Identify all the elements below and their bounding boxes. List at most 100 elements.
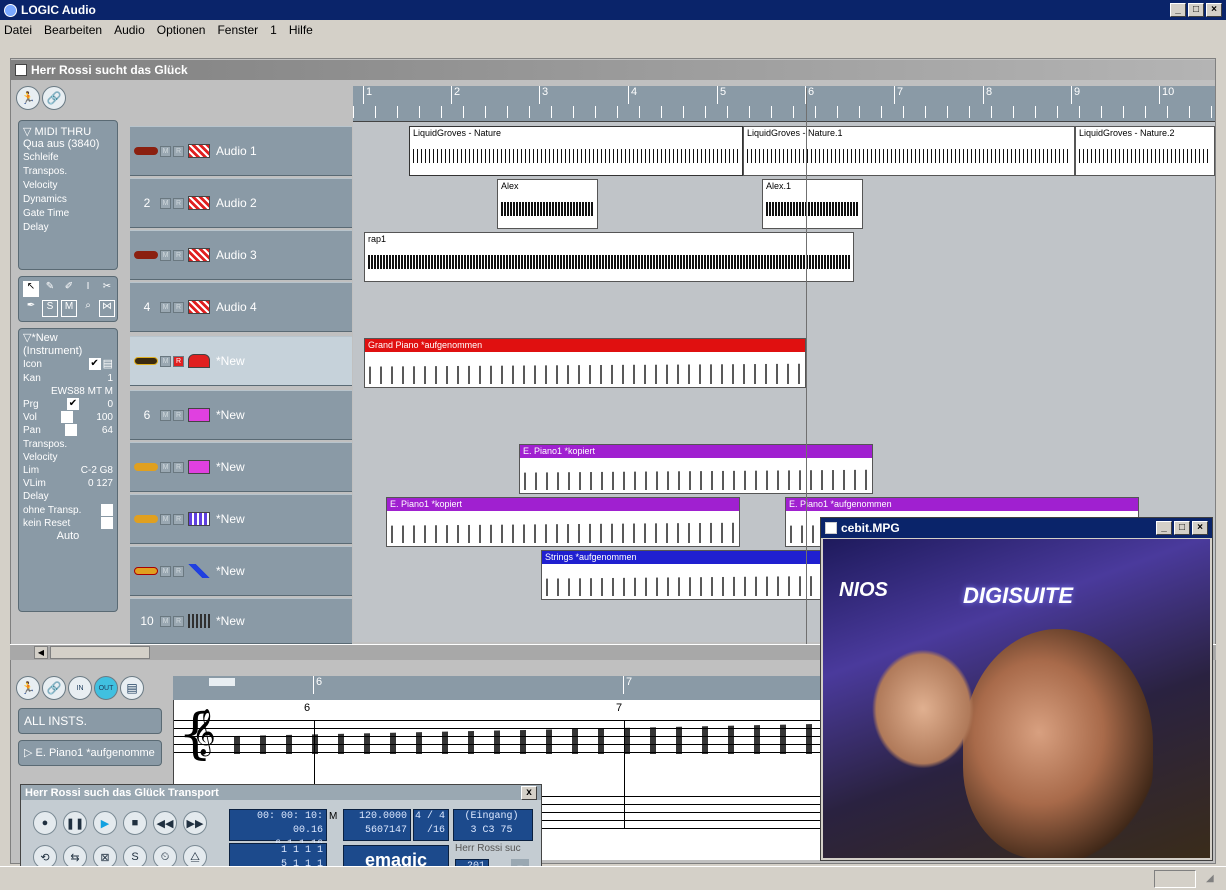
rec-enable-button[interactable]: R: [173, 461, 184, 473]
video-maximize-button[interactable]: □: [1174, 521, 1190, 535]
velocity-row[interactable]: Velocity: [23, 180, 113, 191]
stop-icon[interactable]: ■: [123, 811, 147, 835]
audio-region[interactable]: rap1: [364, 232, 854, 282]
rec-enable-button[interactable]: R: [173, 145, 184, 157]
mute-tool-icon[interactable]: M: [61, 299, 77, 317]
midi-in-display[interactable]: (Eingang) 3 C3 75: [453, 809, 533, 841]
transport-close-button[interactable]: x: [521, 785, 537, 800]
scroll-left-icon[interactable]: ◀: [34, 646, 48, 659]
score-ruler[interactable]: 6 7: [173, 676, 821, 700]
menu-fenster[interactable]: Fenster: [217, 23, 258, 37]
dynamics-row[interactable]: Dynamics: [23, 194, 113, 205]
text-tool-icon[interactable]: I: [80, 281, 96, 297]
record-button[interactable]: [134, 357, 158, 365]
menu-1[interactable]: 1: [270, 23, 277, 37]
track-name[interactable]: *New: [216, 564, 245, 578]
inst-velocity[interactable]: Velocity: [23, 451, 113, 464]
mute-button[interactable]: M: [160, 513, 171, 525]
record-button[interactable]: [134, 515, 158, 523]
video-close-button[interactable]: ×: [1192, 521, 1208, 535]
crossfade-tool-icon[interactable]: ⋈: [99, 299, 115, 317]
vlim-value[interactable]: 0 127: [88, 477, 113, 490]
rewind-icon[interactable]: ◀◀: [153, 811, 177, 835]
all-insts-box[interactable]: ALL INSTS.: [18, 708, 162, 734]
out-icon[interactable]: OUT: [94, 676, 118, 700]
track-name[interactable]: *New: [216, 460, 245, 474]
minimize-button[interactable]: _: [1170, 3, 1186, 17]
score-region-box[interactable]: ▷ E. Piano1 *aufgenomme: [18, 740, 162, 766]
vol-value[interactable]: 100: [96, 411, 113, 424]
catch-icon[interactable]: 🏃: [16, 676, 40, 700]
pause-icon[interactable]: ❚❚: [63, 811, 87, 835]
rec-enable-button[interactable]: R: [173, 301, 184, 313]
midi-region[interactable]: Grand Piano *aufgenommen: [364, 338, 806, 388]
ruler-locator[interactable]: [209, 678, 235, 686]
record-button[interactable]: [134, 147, 158, 155]
scissors-tool-icon[interactable]: ✂: [99, 281, 115, 297]
record-button[interactable]: [134, 567, 158, 575]
menu-audio[interactable]: Audio: [114, 23, 145, 37]
audio-region[interactable]: Alex.1: [762, 179, 863, 229]
video-minimize-button[interactable]: _: [1156, 521, 1172, 535]
glue-tool-icon[interactable]: ✒: [23, 300, 39, 318]
position-display[interactable]: 00: 00: 10: 00.16 6 1 1 16: [229, 809, 327, 850]
page-icon[interactable]: ▤: [120, 676, 144, 700]
gate-time-row[interactable]: Gate Time: [23, 208, 113, 219]
track-row[interactable]: MR Audio 1: [130, 126, 352, 176]
midi-thru-label[interactable]: ▽ MIDI THRU: [23, 125, 113, 138]
solo-tool-icon[interactable]: S: [42, 299, 58, 317]
track-name[interactable]: Audio 3: [216, 248, 257, 262]
track-row-selected[interactable]: MR *New: [130, 336, 352, 386]
track-name[interactable]: Audio 2: [216, 196, 257, 210]
audio-region[interactable]: LiquidGroves - Nature.2: [1075, 126, 1215, 176]
mute-button[interactable]: M: [160, 301, 171, 313]
pointer-tool-icon[interactable]: ↖: [23, 281, 39, 297]
track-row[interactable]: MR *New: [130, 442, 352, 492]
auto-label[interactable]: Auto: [23, 530, 113, 543]
inst-header[interactable]: ▽*New: [23, 332, 113, 345]
rec-enable-button[interactable]: R: [173, 615, 184, 627]
track-name[interactable]: Audio 1: [216, 144, 257, 158]
track-name[interactable]: Audio 4: [216, 300, 257, 314]
tempo-display[interactable]: 120.0000 5607147: [343, 809, 411, 841]
track-row[interactable]: 10 MR *New: [130, 598, 352, 644]
pan-checkbox[interactable]: [65, 424, 78, 437]
record-button[interactable]: [134, 463, 158, 471]
rec-enable-button[interactable]: R: [173, 409, 184, 421]
track-row[interactable]: 6 MR *New: [130, 390, 352, 440]
close-button[interactable]: ×: [1206, 3, 1222, 17]
menu-hilfe[interactable]: Hilfe: [289, 23, 313, 37]
prg-checkbox[interactable]: ✔: [67, 398, 79, 411]
pencil-tool-icon[interactable]: ✎: [42, 281, 58, 297]
track-name[interactable]: *New: [216, 512, 245, 526]
lim-value[interactable]: C-2 G8: [81, 464, 113, 477]
link-icon[interactable]: 🔗: [42, 676, 66, 700]
prg-value[interactable]: 0: [107, 398, 113, 411]
resize-grip-icon[interactable]: ◢: [1206, 873, 1214, 884]
track-row[interactable]: MR *New: [130, 546, 352, 596]
mute-button[interactable]: M: [160, 461, 171, 473]
mute-button[interactable]: M: [160, 197, 171, 209]
icon-checkbox[interactable]: ✔: [88, 358, 101, 371]
track-row[interactable]: MR *New: [130, 494, 352, 544]
midi-region[interactable]: Strings *aufgenommen: [541, 550, 861, 600]
piano-icon[interactable]: ▤: [103, 358, 113, 371]
menu-datei[interactable]: Datei: [4, 23, 32, 37]
transpos-row[interactable]: Transpos.: [23, 166, 113, 177]
quantize-row[interactable]: Qua aus (3840): [23, 138, 113, 150]
menu-bearbeiten[interactable]: Bearbeiten: [44, 23, 102, 37]
mute-button[interactable]: M: [160, 615, 171, 627]
mute-button[interactable]: M: [160, 355, 171, 367]
in-icon[interactable]: IN: [68, 676, 92, 700]
rec-enable-button[interactable]: R: [173, 197, 184, 209]
mute-button[interactable]: M: [160, 565, 171, 577]
kein-reset-checkbox[interactable]: [101, 516, 113, 529]
vol-checkbox[interactable]: [60, 411, 73, 424]
pan-value[interactable]: 64: [102, 424, 113, 437]
track-row[interactable]: 4 MR Audio 4: [130, 282, 352, 332]
zoom-tool-icon[interactable]: ⌕: [80, 300, 96, 318]
device-name[interactable]: EWS88 MT M: [23, 385, 113, 398]
delay-row[interactable]: Delay: [23, 222, 113, 233]
rec-enable-button[interactable]: R: [173, 249, 184, 261]
track-name[interactable]: *New: [216, 354, 245, 368]
